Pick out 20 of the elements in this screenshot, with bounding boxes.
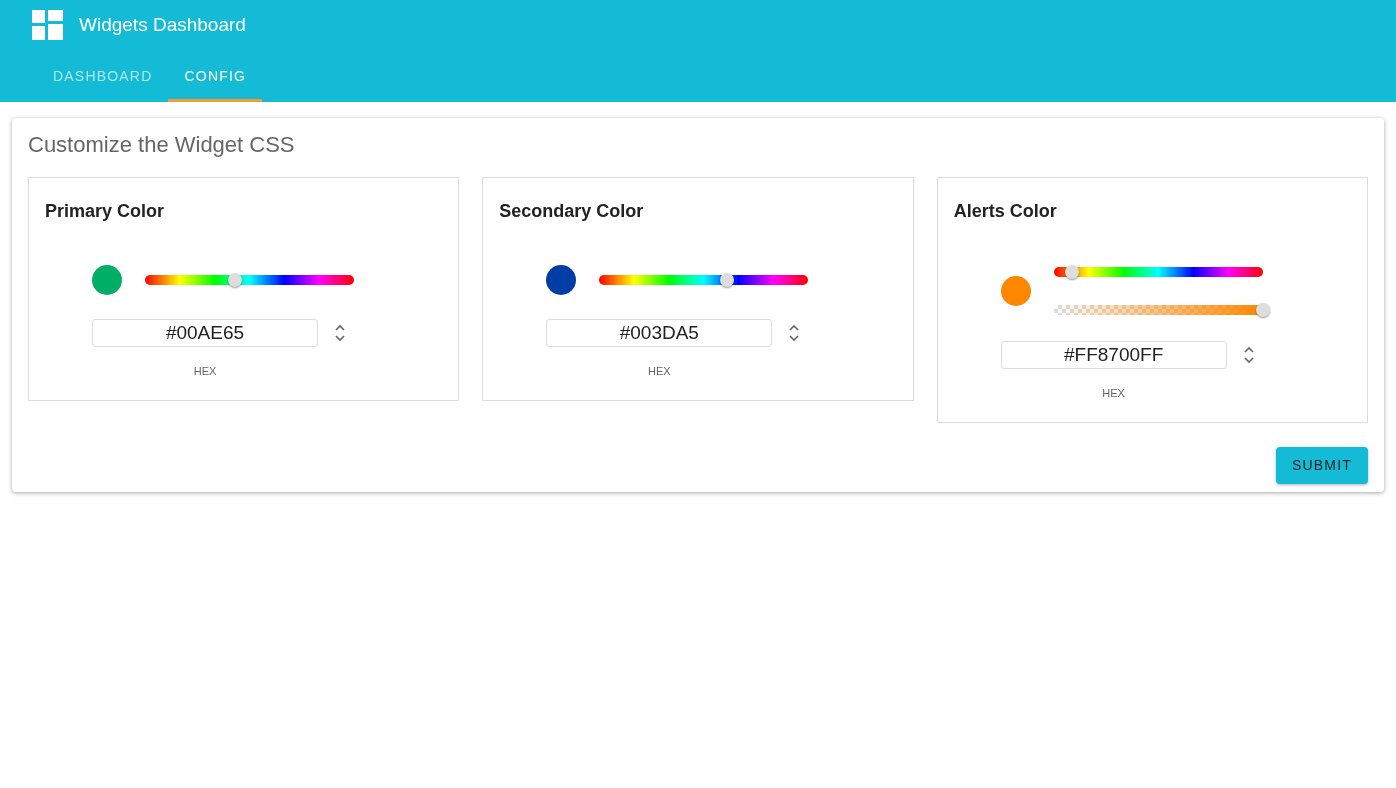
hex-input-field[interactable]: #003DA5 [546,319,773,347]
hex-input-field[interactable]: #00AE65 [92,319,318,347]
grid-logo-icon [32,10,63,40]
slider-thumb[interactable] [1065,265,1080,279]
slider-thumb[interactable] [719,273,734,287]
submit-button[interactable]: SUBMIT [1275,446,1368,484]
slider-thumb[interactable] [227,273,242,287]
format-label: HEX [647,364,672,379]
picker-title: Alerts Color [953,200,1058,223]
format-label: HEX [192,364,218,379]
hex-input-field[interactable]: #FF8700FF [1000,341,1227,369]
slider-thumb[interactable] [1255,303,1270,317]
panel-title: Customize the Widget CSS [28,131,296,159]
up-down-arrows-icon[interactable] [334,323,346,343]
format-label: HEX [1101,386,1126,401]
up-down-arrows-icon[interactable] [1242,345,1255,365]
picker-title: Primary Color [45,200,166,223]
up-down-arrows-icon[interactable] [788,323,801,343]
app-title: Widgets Dashboard [79,12,246,37]
picker-title: Secondary Color [499,200,645,223]
